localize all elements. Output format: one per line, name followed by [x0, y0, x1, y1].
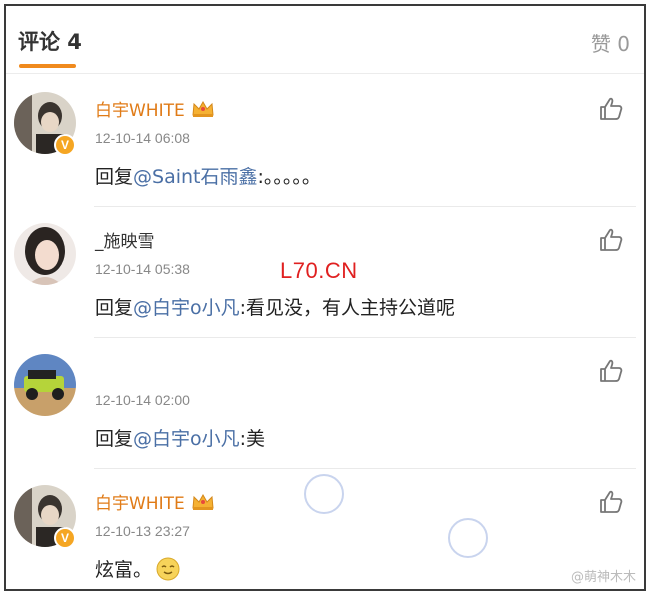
tab-likes[interactable]: 赞 0 — [591, 28, 630, 57]
thumbs-up-icon[interactable] — [598, 489, 624, 515]
username[interactable]: 白宇WHITE — [95, 96, 215, 121]
verified-badge-icon: V — [54, 527, 76, 549]
username[interactable]: _施映雪 — [95, 227, 155, 252]
comment-time: 12-10-14 06:08 — [95, 130, 190, 146]
mention-link[interactable]: @白宇o小凡 — [133, 297, 240, 319]
avatar[interactable] — [14, 354, 76, 416]
source-watermark: @萌神木木 — [570, 570, 636, 585]
smiley-emoji-icon — [156, 557, 180, 581]
loading-circle — [448, 518, 488, 558]
mention-link[interactable]: @Saint石雨鑫 — [133, 166, 257, 188]
avatar[interactable] — [14, 223, 76, 285]
tab-comments[interactable]: 评论 4 — [18, 26, 82, 56]
username[interactable]: 白宇WHITE — [95, 489, 215, 514]
comment-text: 炫富。 — [95, 555, 180, 582]
comment-item: V 白宇WHITE 12-10-14 06:08 回复@Saint石雨鑫:。。。… — [6, 76, 644, 207]
comment-text: 回复@白宇o小凡:看见没，有人主持公道呢 — [95, 297, 456, 319]
tab-bar: 评论 4 赞 0 — [6, 6, 644, 74]
thumbs-up-icon[interactable] — [598, 358, 624, 384]
comment-text: 回复@白宇o小凡:美 — [95, 428, 266, 450]
watermark-text: L70.CN — [280, 258, 358, 283]
comment-time: 12-10-14 02:00 — [95, 392, 190, 408]
crown-icon — [192, 493, 214, 510]
comment-time: 12-10-13 23:27 — [95, 523, 190, 539]
comment-item: 12-10-14 02:00 回复@白宇o小凡:美 — [6, 338, 644, 469]
active-tab-indicator — [19, 64, 76, 68]
comment-text: 回复@Saint石雨鑫:。。。。。 — [95, 166, 321, 188]
thumbs-up-icon[interactable] — [598, 227, 624, 253]
thumbs-up-icon[interactable] — [598, 96, 624, 122]
crown-icon — [192, 100, 214, 117]
verified-badge-icon: V — [54, 134, 76, 156]
comments-panel: 评论 4 赞 0 V 白宇WHITE 12-10-14 06:08 回复@Sai… — [4, 4, 646, 591]
mention-link[interactable]: @白宇o小凡 — [133, 428, 240, 450]
comment-time: 12-10-14 05:38 — [95, 261, 190, 277]
loading-circle — [304, 474, 344, 514]
